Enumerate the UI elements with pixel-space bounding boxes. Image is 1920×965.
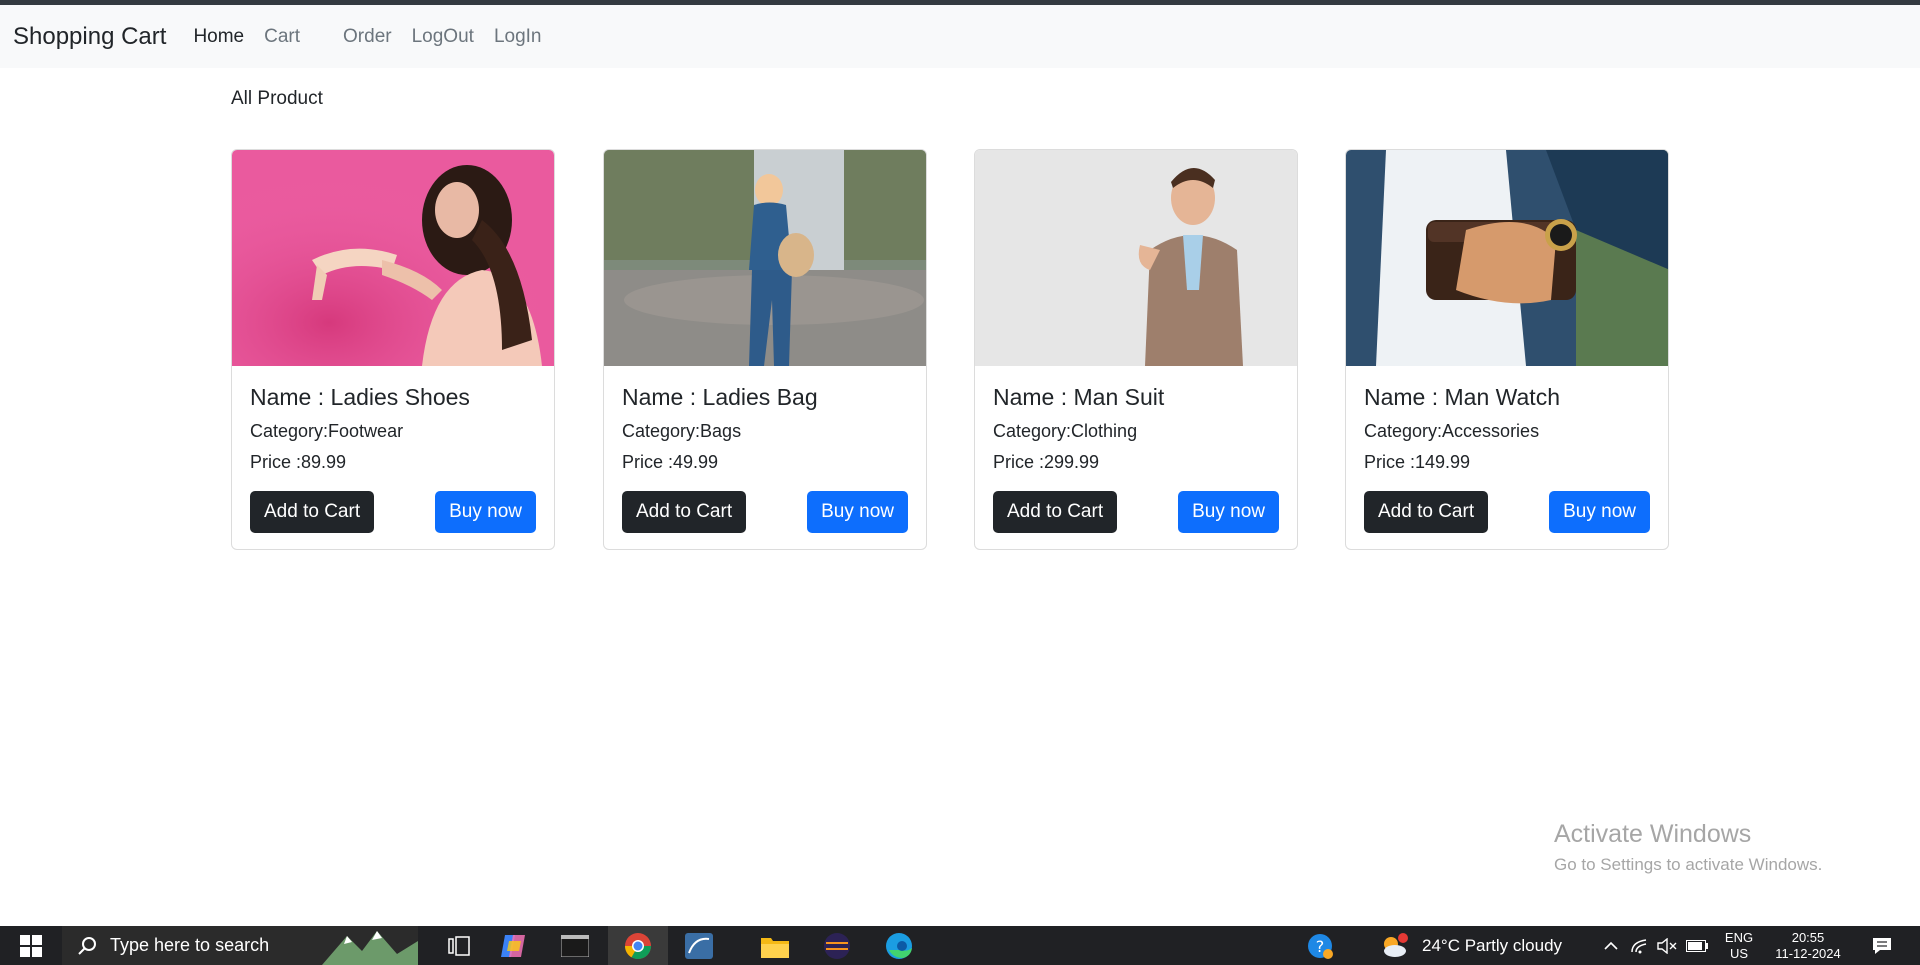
product-card: Name : Ladies Bag Category:Bags Price :4…	[603, 149, 927, 550]
buy-now-button[interactable]: Buy now	[435, 491, 536, 533]
taskbar: Type here to search ? 24°C Partly cloudy	[0, 926, 1920, 965]
weather-text: 24°C Partly cloudy	[1422, 935, 1563, 955]
nav-login[interactable]: LogIn	[494, 26, 542, 48]
product-name: Name : Ladies Bag	[622, 384, 818, 410]
chrome-icon[interactable]	[608, 926, 668, 965]
navbar: Shopping Cart Home Cart Order LogOut Log…	[0, 5, 1920, 68]
help-icon[interactable]: ?	[1300, 926, 1340, 965]
product-image	[1346, 150, 1668, 366]
watermark-subtitle: Go to Settings to activate Windows.	[1554, 855, 1823, 874]
task-view-icon[interactable]	[436, 926, 482, 965]
product-image	[604, 150, 926, 366]
language-bottom: US	[1729, 945, 1749, 961]
nav-order[interactable]: Order	[343, 26, 392, 48]
clock-date: 11-12-2024	[1775, 945, 1841, 961]
windows-start-icon[interactable]	[0, 926, 62, 965]
product-image	[232, 150, 554, 366]
language-indicator[interactable]: ENG US	[1714, 926, 1764, 965]
product-price: Price :299.99	[993, 452, 1100, 472]
product-category: Category:Bags	[622, 421, 742, 441]
product-price: Price :89.99	[250, 452, 347, 472]
language-top: ENG	[1724, 929, 1754, 945]
search-icon	[78, 937, 96, 955]
network-icon[interactable]	[1626, 926, 1652, 965]
chevron-up-icon[interactable]	[1598, 926, 1624, 965]
add-to-cart-button[interactable]: Add to Cart	[250, 491, 375, 533]
activate-windows-watermark: Activate Windows Go to Settings to activ…	[1554, 820, 1822, 875]
product-category: Category:Accessories	[1364, 421, 1540, 441]
nav-cart[interactable]: Cart	[264, 26, 300, 48]
brand[interactable]: Shopping Cart	[13, 23, 166, 51]
product-card: Name : Man Suit Category:Clothing Price …	[974, 149, 1298, 550]
product-card: Name : Man Watch Category:Accessories Pr…	[1345, 149, 1669, 550]
mysql-workbench-icon[interactable]	[676, 926, 722, 965]
clock-time: 20:55	[1791, 929, 1825, 945]
product-card: Name : Ladies Shoes Category:Footwear Pr…	[231, 149, 555, 550]
section-title: All Product	[231, 88, 323, 109]
taskbar-search[interactable]: Type here to search	[62, 926, 418, 965]
copilot-icon[interactable]	[490, 926, 536, 965]
mountain-icon	[322, 931, 418, 965]
eclipse-icon[interactable]	[814, 926, 860, 965]
product-name: Name : Ladies Shoes	[250, 384, 470, 410]
product-price: Price :149.99	[1364, 452, 1471, 472]
buy-now-button[interactable]: Buy now	[1549, 491, 1650, 533]
watermark-title: Activate Windows	[1554, 820, 1752, 848]
terminal-icon[interactable]	[552, 926, 598, 965]
buy-now-button[interactable]: Buy now	[1178, 491, 1279, 533]
nav-logout[interactable]: LogOut	[412, 26, 474, 48]
product-name: Name : Man Watch	[1364, 384, 1560, 410]
buy-now-button[interactable]: Buy now	[807, 491, 908, 533]
nav-home[interactable]: Home	[193, 26, 244, 48]
add-to-cart-button[interactable]: Add to Cart	[1364, 491, 1489, 533]
clock[interactable]: 20:55 11-12-2024	[1766, 926, 1850, 965]
battery-icon[interactable]	[1682, 926, 1712, 965]
product-image	[975, 150, 1297, 366]
edge-icon[interactable]	[876, 926, 922, 965]
product-price: Price :49.99	[622, 452, 719, 472]
product-category: Category:Clothing	[993, 421, 1138, 441]
search-placeholder: Type here to search	[110, 935, 270, 955]
svg-text:?: ?	[1316, 937, 1325, 956]
volume-muted-icon[interactable]	[1654, 926, 1680, 965]
product-category: Category:Footwear	[250, 421, 404, 441]
add-to-cart-button[interactable]: Add to Cart	[622, 491, 747, 533]
weather-icon	[1378, 926, 1410, 965]
notification-icon[interactable]	[1862, 926, 1902, 965]
file-explorer-icon[interactable]	[752, 926, 798, 965]
add-to-cart-button[interactable]: Add to Cart	[993, 491, 1118, 533]
product-name: Name : Man Suit	[993, 384, 1165, 410]
